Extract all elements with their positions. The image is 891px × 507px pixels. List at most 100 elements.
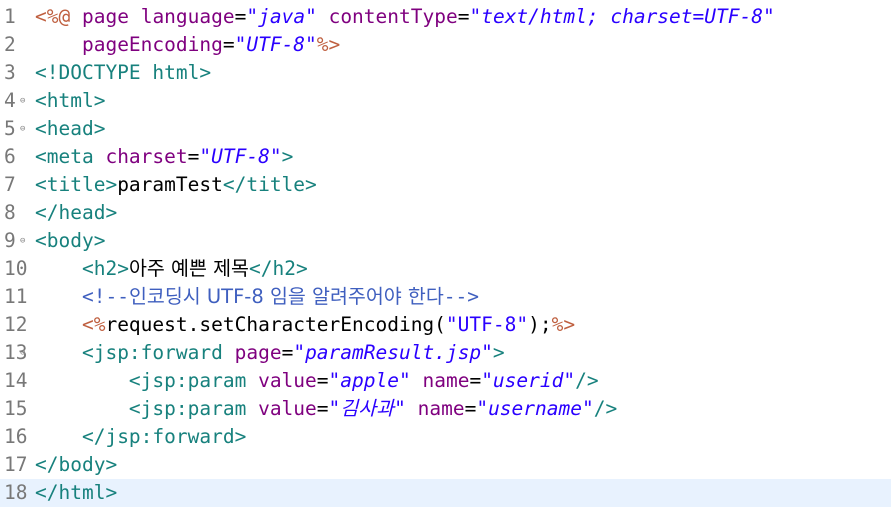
token: </head> — [35, 201, 118, 224]
code-text: pageEncoding="UTF-8"%> — [35, 31, 340, 59]
token: value — [258, 369, 317, 392]
token: paramTest — [117, 173, 223, 196]
code-line[interactable]: 1 <%@ page language="java" contentType="t… — [0, 3, 891, 31]
token: "UTF-8" — [445, 313, 529, 336]
code-text: </jsp:forward> — [35, 423, 246, 451]
token: charset — [105, 145, 188, 168]
token: contentType — [328, 5, 458, 28]
code-line[interactable]: 18 </html> — [0, 479, 891, 507]
token: "java" — [246, 5, 317, 28]
token: <!DOCTYPE html> — [35, 61, 212, 84]
code-text: <html> — [35, 87, 105, 115]
token: /> — [575, 369, 599, 392]
line-number: 14 — [4, 369, 28, 392]
token: ); — [528, 313, 552, 336]
token: <body> — [35, 229, 106, 252]
code-line[interactable]: 7 <title>paramTest</title> — [0, 171, 891, 199]
token: = — [457, 5, 470, 28]
token: name — [422, 369, 470, 392]
token: = — [316, 369, 329, 392]
token: </h2> — [248, 257, 308, 280]
code-line[interactable]: 17 </body> — [0, 451, 891, 479]
token: <html> — [35, 89, 106, 112]
token: "UTF-8" — [234, 33, 317, 56]
code-text: <!DOCTYPE html> — [35, 59, 211, 87]
token: 아주 예쁜 제목 — [128, 257, 249, 280]
line-number: 16 — [4, 425, 28, 448]
fold-toggle-icon[interactable]: ⊖ — [20, 227, 25, 255]
code-text: </head> — [35, 199, 117, 227]
token: <title> — [35, 173, 118, 196]
line-number: 6 — [4, 145, 16, 168]
code-line[interactable]: 3 <!DOCTYPE html> — [0, 59, 891, 87]
code-text: <%@ page language="java" contentType="te… — [35, 3, 775, 31]
code-text: <jsp:forward page="paramResult.jsp"> — [35, 339, 505, 367]
code-line[interactable]: 4 ⊖ <html> — [0, 87, 891, 115]
token: --> — [443, 285, 480, 308]
code-text: <jsp:param value="김사과" name="username"/> — [35, 395, 617, 423]
code-line[interactable]: 8 </head> — [0, 199, 891, 227]
fold-toggle-icon[interactable]: ⊖ — [20, 87, 25, 115]
token: language — [140, 5, 235, 28]
token: <jsp:param — [128, 369, 247, 392]
code-line[interactable]: 12 <%request.setCharacterEncoding("UTF-8… — [0, 311, 891, 339]
code-line[interactable]: 16 </jsp:forward> — [0, 423, 891, 451]
token: = — [281, 341, 294, 364]
line-number: 2 — [4, 33, 16, 56]
code-editor[interactable]: 1 <%@ page language="java" contentType="t… — [0, 0, 891, 507]
code-line[interactable]: 13 ⊖ <jsp:forward page="paramResult.jsp"> — [0, 339, 891, 367]
code-line[interactable]: 10 <h2>아주 예쁜 제목</h2> — [0, 255, 891, 283]
token: " — [328, 397, 341, 420]
code-text: </body> — [35, 451, 117, 479]
token: name — [417, 397, 465, 420]
line-number: 8 — [4, 201, 16, 224]
code-text: <!--인코딩시 UTF-8 임을 알려주어야 한다--> — [35, 283, 479, 311]
token: = — [187, 145, 200, 168]
token: 김사과 — [340, 397, 395, 420]
token: "UTF-8" — [199, 145, 282, 168]
token: "apple" — [328, 369, 411, 392]
token: 인코딩시 UTF-8 임을 알려주어야 한다 — [128, 285, 444, 308]
token: = — [222, 33, 235, 56]
token: <jsp:forward — [81, 341, 223, 364]
code-line[interactable]: 5 ⊖ <head> — [0, 115, 891, 143]
code-line[interactable]: 15 <jsp:param value="김사과" name="username… — [0, 395, 891, 423]
line-number: 3 — [4, 61, 16, 84]
line-number: 10 — [4, 257, 28, 280]
code-line[interactable]: 11 <!--인코딩시 UTF-8 임을 알려주어야 한다--> — [0, 283, 891, 311]
token: pageEncoding — [81, 33, 223, 56]
line-number: 12 — [4, 313, 28, 336]
code-line[interactable]: 14 <jsp:param value="apple" name="userid… — [0, 367, 891, 395]
token: <head> — [35, 117, 106, 140]
code-line[interactable]: 2 pageEncoding="UTF-8"%> — [0, 31, 891, 59]
code-line[interactable]: 6 <meta charset="UTF-8"> — [0, 143, 891, 171]
code-line[interactable]: 9 ⊖ <body> — [0, 227, 891, 255]
line-number: 15 — [4, 397, 28, 420]
token: </html> — [35, 481, 118, 504]
token: <% — [81, 313, 106, 336]
token: "paramResult.jsp" — [293, 341, 493, 364]
fold-toggle-icon[interactable]: ⊖ — [20, 339, 25, 367]
token: <meta — [35, 145, 94, 168]
token: "text/html; charset=UTF-8" — [469, 5, 775, 28]
code-text: <jsp:param value="apple" name="userid"/> — [35, 367, 599, 395]
token: <!-- — [81, 285, 129, 308]
code-text: <body> — [35, 227, 105, 255]
fold-toggle-icon[interactable]: ⊖ — [20, 115, 25, 143]
